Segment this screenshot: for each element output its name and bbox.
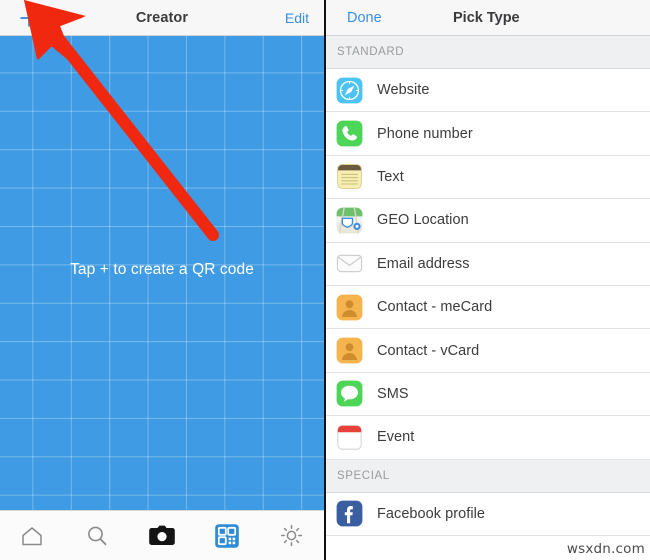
calendar-icon — [336, 424, 363, 451]
watermark: wsxdn.com — [566, 541, 645, 557]
list-item-label: Facebook profile — [377, 505, 485, 522]
empty-state-hint: Tap + to create a QR code — [70, 261, 254, 278]
edit-button[interactable]: Edit — [285, 10, 309, 26]
tab-qr-code[interactable] — [194, 511, 259, 560]
qr-canvas-empty-state[interactable]: Tap + to create a QR code — [0, 36, 324, 510]
bottom-tab-bar — [0, 510, 324, 560]
camera-icon — [147, 523, 177, 549]
gear-icon — [278, 522, 305, 549]
safari-compass-icon — [336, 77, 363, 104]
done-button[interactable]: Done — [347, 10, 382, 26]
creator-panel: Creator Edit Tap + to create a QR code — [0, 0, 324, 560]
list-item[interactable]: Phone number — [326, 112, 650, 156]
pick-type-nav-bar: Done Pick Type — [326, 0, 650, 36]
qr-code-icon — [213, 522, 241, 550]
list-item[interactable]: GEO Location — [326, 199, 650, 243]
list-item-label: Text — [377, 168, 404, 185]
section-header: SPECIAL — [326, 459, 650, 493]
list-item[interactable]: Text — [326, 155, 650, 200]
list-item-label: GEO Location — [377, 212, 469, 229]
pick-type-title: Pick Type — [453, 9, 520, 26]
search-icon — [84, 523, 110, 549]
type-list[interactable]: STANDARD Website Phone number Text GEO Locat… — [326, 36, 650, 560]
list-item-label: SMS — [377, 385, 409, 402]
message-bubble-icon — [336, 380, 363, 407]
list-item[interactable]: Website — [326, 69, 650, 113]
pick-type-panel: Done Pick Type STANDARD Website Phone numb… — [326, 0, 650, 560]
list-item-label: Contact - vCard — [377, 342, 480, 359]
list-item-label: Email address — [377, 255, 470, 272]
tab-camera[interactable] — [130, 511, 195, 560]
list-item-label: Event — [377, 429, 415, 446]
section-header: STANDARD — [326, 36, 650, 69]
list-item[interactable]: Facebook profile — [326, 492, 650, 536]
maps-icon — [336, 207, 363, 234]
notes-icon — [336, 163, 363, 190]
tab-settings[interactable] — [259, 511, 324, 560]
app-root: Creator Edit Tap + to create a QR code D… — [0, 0, 650, 560]
creator-nav-bar: Creator Edit — [0, 0, 324, 36]
add-qr-code-button[interactable] — [18, 7, 40, 29]
facebook-icon — [336, 500, 363, 527]
envelope-icon — [336, 250, 363, 277]
list-item-label: Contact - meCard — [377, 299, 493, 316]
phone-icon — [336, 120, 363, 147]
tab-search[interactable] — [65, 511, 130, 560]
list-item[interactable]: Contact - meCard — [326, 285, 650, 330]
list-item[interactable]: SMS — [326, 372, 650, 417]
page-title: Creator — [135, 9, 189, 26]
tab-home[interactable] — [0, 511, 65, 560]
list-item-label: Phone number — [377, 125, 473, 142]
contact-person-icon — [336, 337, 363, 364]
list-item-label: Website — [377, 82, 430, 99]
home-icon — [19, 523, 45, 549]
plus-icon — [18, 7, 40, 29]
list-item[interactable]: Event — [326, 416, 650, 460]
list-item[interactable]: Email address — [326, 242, 650, 286]
list-item[interactable]: Contact - vCard — [326, 329, 650, 373]
contact-person-icon — [336, 294, 363, 321]
